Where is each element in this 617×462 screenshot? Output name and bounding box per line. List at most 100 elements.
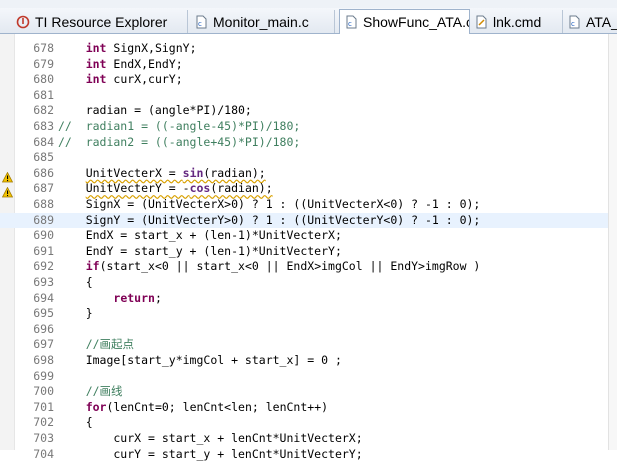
code-text[interactable]: //画起点	[58, 337, 134, 352]
code-text[interactable]: int SignX,SignY;	[58, 41, 197, 56]
code-line[interactable]: 685	[0, 150, 608, 165]
code-line[interactable]: 686 UnitVecterX = sin(radian);	[0, 165, 608, 183]
code-text[interactable]: //画线	[58, 384, 123, 399]
code-line[interactable]: 692 if(start_x<0 || start_x<0 || EndX>im…	[0, 259, 608, 274]
code-line[interactable]: 695 }	[0, 306, 608, 321]
line-number: 678	[33, 41, 54, 55]
line-number: 687	[33, 181, 54, 196]
linker-file-icon	[474, 15, 488, 29]
code-text[interactable]: curY = start_y + lenCnt*UnitVecterY;	[58, 447, 362, 462]
code-text[interactable]: }	[58, 306, 93, 321]
code-line[interactable]: 701 for(lenCnt=0; lenCnt<len; lenCnt++)	[0, 400, 608, 415]
tab-monitor-main-c[interactable]: c Monitor_main.c	[190, 10, 335, 33]
code-line[interactable]: 678 int SignX,SignY;	[0, 41, 608, 56]
code-line[interactable]: 697 //画起点	[0, 337, 608, 352]
line-number: 683	[33, 119, 54, 133]
tab-lnk-cmd[interactable]: lnk.cmd	[470, 10, 563, 33]
line-number: 679	[33, 56, 54, 71]
line-number: 697	[33, 337, 54, 352]
code-line[interactable]: 693 {	[0, 275, 608, 290]
warning-icon[interactable]	[1, 183, 14, 198]
code-text[interactable]: EndX = start_x + (len-1)*UnitVecterX;	[58, 228, 342, 243]
c-file-icon: c	[194, 15, 208, 29]
line-number: 682	[33, 103, 54, 118]
code-line[interactable]: 684 // radian2 = ((-angle+45)*PI)/180;	[0, 135, 608, 150]
code-line[interactable]: 703 curX = start_x + lenCnt*UnitVecterX;	[0, 431, 608, 446]
line-number: 693	[33, 275, 54, 289]
svg-text:c: c	[198, 20, 202, 28]
tab-label: Monitor_main.c	[213, 13, 309, 30]
svg-text:c: c	[348, 20, 352, 28]
code-text[interactable]: curX = start_x + lenCnt*UnitVecterX;	[58, 431, 362, 446]
line-number: 703	[33, 431, 54, 445]
code-line[interactable]: 699	[0, 369, 608, 384]
line-number: 688	[33, 197, 54, 211]
tab-label: ShowFunc_ATA.c	[363, 14, 470, 30]
code-text[interactable]: {	[58, 415, 93, 430]
tab-ata-m[interactable]: c ATA_M	[563, 10, 617, 33]
line-number: 698	[33, 353, 54, 367]
toolbar-strip	[0, 0, 617, 8]
tab-label: TI Resource Explorer	[35, 13, 168, 30]
code-line[interactable]: 704 curY = start_y + lenCnt*UnitVecterY;	[0, 447, 608, 462]
code-text[interactable]: int EndX,EndY;	[58, 57, 183, 72]
tab-label: ATA_M	[586, 13, 617, 30]
code-text[interactable]: if(start_x<0 || start_x<0 || EndX>imgCol…	[58, 259, 481, 274]
line-number: 701	[33, 399, 54, 414]
code-line[interactable]: 698 Image[start_y*imgCol + start_x] = 0 …	[0, 353, 608, 368]
ti-resource-icon	[16, 15, 30, 29]
code-line[interactable]: 681	[0, 88, 608, 103]
line-number: 692	[33, 259, 54, 274]
code-text[interactable]: UnitVecterY = -cos(radian);	[58, 181, 273, 196]
code-text[interactable]: EndY = start_y + (len-1)*UnitVecterY;	[58, 244, 342, 259]
code-line[interactable]: 690 EndX = start_x + (len-1)*UnitVecterX…	[0, 228, 608, 243]
line-number: 702	[33, 415, 54, 430]
c-file-icon: c	[344, 15, 358, 29]
code-text[interactable]: UnitVecterX = sin(radian);	[58, 166, 266, 181]
code-line[interactable]: 682 radian = (angle*PI)/180;	[0, 103, 608, 118]
tab-label: lnk.cmd	[493, 13, 542, 30]
code-line[interactable]: 696	[0, 322, 608, 337]
line-number: 695	[33, 306, 54, 321]
code-line[interactable]: 694 return;	[0, 291, 608, 306]
line-number: 691	[33, 243, 54, 258]
code-line[interactable]: 679 int EndX,EndY;	[0, 57, 608, 72]
code-text[interactable]: {	[58, 275, 93, 290]
line-number: 680	[33, 72, 54, 87]
line-number: 700	[33, 384, 54, 399]
code-line[interactable]: 687 UnitVecterY = -cos(radian);	[0, 181, 608, 198]
code-text[interactable]: for(lenCnt=0; lenCnt<len; lenCnt++)	[58, 400, 328, 415]
current-line[interactable]: 689 SignY = (UnitVecterY>0) ? 1 : ((Unit…	[0, 212, 608, 228]
editor-tab-bar: TI Resource Explorer c Monitor_main.c c Show…	[0, 8, 617, 34]
line-number: 704	[33, 446, 54, 461]
line-number: 681	[33, 87, 54, 102]
line-number: 685	[33, 150, 54, 165]
code-line[interactable]: 700 //画线	[0, 384, 608, 399]
code-text[interactable]: // radian2 = ((-angle+45)*PI)/180;	[58, 135, 300, 150]
code-text[interactable]: SignX = (UnitVecterX>0) ? 1 : ((UnitVect…	[58, 197, 481, 212]
code-line[interactable]: 680 int curX,curY;	[0, 72, 608, 87]
code-text[interactable]: int curX,curY;	[58, 72, 183, 87]
code-line[interactable]: 688 SignX = (UnitVecterX>0) ? 1 : ((Unit…	[0, 197, 608, 212]
tab-ti-resource-explorer[interactable]: TI Resource Explorer	[12, 10, 188, 33]
code-text[interactable]: // radian1 = ((-angle-45)*PI)/180;	[58, 119, 300, 134]
overview-ruler	[608, 34, 617, 450]
line-number: 699	[33, 368, 54, 383]
line-number: 694	[33, 290, 54, 305]
code-line[interactable]: 702 {	[0, 415, 608, 430]
code-text[interactable]: SignY = (UnitVecterY>0) ? 1 : ((UnitVect…	[58, 213, 481, 228]
line-number: 690	[33, 228, 54, 243]
code-text[interactable]: return;	[58, 291, 161, 306]
code-line[interactable]: 691 EndY = start_y + (len-1)*UnitVecterY…	[0, 244, 608, 259]
svg-text:c: c	[571, 20, 575, 28]
tab-showfunc-ata-c[interactable]: cShowFunc_ATA.c⊠	[339, 9, 470, 34]
code-editor[interactable]: 678 int SignX,SignY; 679 int EndX,EndY; 68…	[0, 34, 617, 461]
code-text[interactable]: Image[start_y*imgCol + start_x] = 0 ;	[58, 353, 342, 368]
c-file-icon: c	[567, 15, 581, 29]
code-text[interactable]: radian = (angle*PI)/180;	[58, 103, 252, 118]
line-number: 684	[33, 134, 54, 149]
code-line[interactable]: 683 // radian1 = ((-angle-45)*PI)/180;	[0, 119, 608, 134]
line-number: 696	[33, 321, 54, 336]
warning-icon[interactable]	[1, 168, 14, 183]
line-number: 686	[33, 165, 54, 180]
